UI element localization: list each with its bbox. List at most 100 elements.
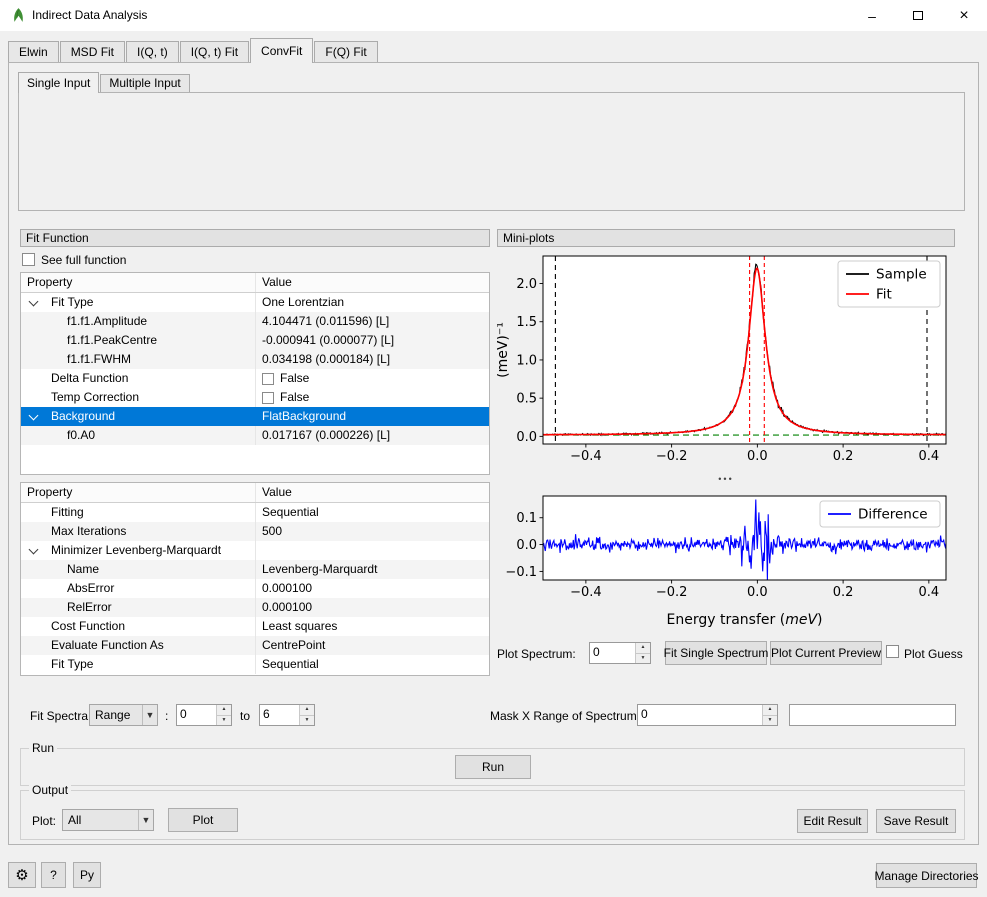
spectra-to-spinbox[interactable]: 6 ▲▼ bbox=[259, 704, 315, 726]
plot-button[interactable]: Plot bbox=[168, 808, 238, 832]
plot-spectrum-spinbox[interactable]: 0 ▲▼ bbox=[589, 642, 651, 664]
gear-icon: ⚙ bbox=[15, 866, 28, 884]
tab-msd-fit[interactable]: MSD Fit bbox=[60, 41, 125, 62]
property-row[interactable]: AbsError0.000100 bbox=[21, 579, 489, 598]
property-name: Minimizer Levenberg-Marquardt bbox=[51, 543, 221, 557]
sample-fit-preview-plot: −0.4−0.20.00.20.40.00.51.01.52.0(meV)⁻¹S… bbox=[497, 250, 955, 468]
run-button[interactable]: Run bbox=[455, 755, 531, 779]
property-value: False bbox=[280, 388, 309, 407]
property-row[interactable]: FittingSequential bbox=[21, 503, 489, 522]
svg-text:2.0: 2.0 bbox=[516, 277, 537, 292]
svg-text:0.2: 0.2 bbox=[833, 585, 854, 600]
svg-text:Energy transfer (meV): Energy transfer (meV) bbox=[667, 612, 823, 628]
single-input-pane bbox=[18, 92, 965, 211]
spin-down-icon[interactable]: ▼ bbox=[217, 715, 231, 726]
property-value: 500 bbox=[262, 522, 282, 541]
property-row[interactable]: BackgroundFlatBackground bbox=[21, 407, 489, 426]
mask-range-input[interactable] bbox=[789, 704, 956, 726]
minimize-button[interactable]: – bbox=[849, 0, 895, 31]
save-result-button[interactable]: Save Result bbox=[876, 809, 956, 833]
property-name: Cost Function bbox=[51, 619, 125, 633]
svg-text:−0.4: −0.4 bbox=[570, 449, 602, 464]
spin-down-icon[interactable]: ▼ bbox=[300, 715, 314, 726]
python-export-button[interactable]: Py bbox=[73, 862, 101, 888]
see-full-function-checkbox[interactable] bbox=[22, 253, 35, 266]
svg-text:0.0: 0.0 bbox=[516, 430, 537, 445]
input-sub-tab-bar: Single InputMultiple Input bbox=[18, 72, 191, 92]
property-row[interactable]: Fit TypeSequential bbox=[21, 655, 489, 674]
svg-text:0.4: 0.4 bbox=[919, 449, 940, 464]
tab-i-q-t[interactable]: I(Q, t) bbox=[126, 41, 179, 62]
mask-spectrum-spinbox[interactable]: 0 ▲▼ bbox=[637, 704, 778, 726]
plot-guess-checkbox[interactable] bbox=[886, 645, 899, 658]
title-bar: Indirect Data Analysis – × bbox=[0, 0, 987, 31]
edit-result-button[interactable]: Edit Result bbox=[797, 809, 868, 833]
tab-convfit[interactable]: ConvFit bbox=[250, 38, 313, 63]
fit-spectra-label: Fit Spectra bbox=[30, 709, 88, 723]
chevron-down-icon: ▼ bbox=[142, 705, 157, 725]
svg-text:−0.1: −0.1 bbox=[505, 565, 537, 580]
plot-splitter-handle[interactable]: ••• bbox=[497, 474, 955, 488]
maximize-button[interactable] bbox=[895, 0, 941, 31]
property-name: Fitting bbox=[51, 505, 84, 519]
expander-chevron-down-icon[interactable] bbox=[29, 411, 39, 421]
property-row[interactable]: Delta Function False bbox=[21, 369, 489, 388]
property-row[interactable]: f0.A00.017167 (0.000226) [L] bbox=[21, 426, 489, 445]
svg-text:0.0: 0.0 bbox=[747, 449, 768, 464]
property-value: Least squares bbox=[262, 617, 337, 636]
property-row[interactable]: Name Levenberg-Marquardt bbox=[21, 560, 489, 579]
property-row[interactable]: RelError0.000100 bbox=[21, 598, 489, 617]
subtab-multiple-input[interactable]: Multiple Input bbox=[100, 74, 189, 92]
property-value: False bbox=[280, 369, 309, 388]
property-row[interactable]: Minimizer Levenberg-Marquardt bbox=[21, 541, 489, 560]
spin-down-icon[interactable]: ▼ bbox=[763, 715, 777, 726]
property-name: Name bbox=[67, 562, 99, 576]
fit-options-property-table: PropertyValueFittingSequentialMax Iterat… bbox=[20, 482, 490, 676]
tab-i-q-t-fit[interactable]: I(Q, t) Fit bbox=[180, 41, 249, 62]
spin-down-icon[interactable]: ▼ bbox=[636, 653, 650, 664]
property-row[interactable]: f1.f1.Amplitude4.104471 (0.011596) [L] bbox=[21, 312, 489, 331]
output-plot-combo[interactable]: All ▼ bbox=[62, 809, 154, 831]
property-name: Temp Correction bbox=[51, 390, 139, 404]
settings-button[interactable]: ⚙ bbox=[8, 862, 36, 888]
property-value: 4.104471 (0.011596) [L] bbox=[262, 312, 389, 331]
property-value: 0.034198 (0.000184) [L] bbox=[262, 350, 390, 369]
property-row[interactable]: Max Iterations500 bbox=[21, 522, 489, 541]
spin-up-icon[interactable]: ▲ bbox=[636, 643, 650, 653]
property-row[interactable]: f1.f1.PeakCentre-0.000941 (0.000077) [L] bbox=[21, 331, 489, 350]
property-row[interactable]: Cost Function Least squares bbox=[21, 617, 489, 636]
svg-text:−0.4: −0.4 bbox=[570, 585, 602, 600]
spin-up-icon[interactable]: ▲ bbox=[300, 705, 314, 715]
property-row[interactable]: Fit TypeOne Lorentzian bbox=[21, 293, 489, 312]
svg-text:Fit: Fit bbox=[876, 287, 892, 303]
property-row[interactable]: Evaluate Function AsCentrePoint bbox=[21, 636, 489, 655]
see-full-function-label: See full function bbox=[41, 253, 126, 267]
plot-current-preview-button[interactable]: Plot Current Preview bbox=[770, 641, 882, 665]
expander-chevron-down-icon[interactable] bbox=[29, 297, 39, 307]
property-name: AbsError bbox=[67, 581, 114, 595]
property-name: f1.f1.PeakCentre bbox=[67, 333, 157, 347]
property-row[interactable]: Temp Correction False bbox=[21, 388, 489, 407]
value-checkbox[interactable] bbox=[262, 373, 274, 385]
fit-function-property-table: PropertyValueFit TypeOne Lorentzianf1.f1… bbox=[20, 272, 490, 475]
help-button[interactable]: ? bbox=[41, 862, 66, 888]
property-name: Background bbox=[51, 409, 115, 423]
close-button[interactable]: × bbox=[941, 0, 987, 31]
tab-elwin[interactable]: Elwin bbox=[8, 41, 59, 62]
spin-up-icon[interactable]: ▲ bbox=[763, 705, 777, 715]
fit-single-spectrum-button[interactable]: Fit Single Spectrum bbox=[665, 641, 767, 665]
expander-chevron-down-icon[interactable] bbox=[29, 545, 39, 555]
svg-text:0.0: 0.0 bbox=[516, 538, 537, 553]
spectra-from-spinbox[interactable]: 0 ▲▼ bbox=[176, 704, 232, 726]
fit-spectra-mode-combo[interactable]: Range ▼ bbox=[89, 704, 158, 726]
mask-x-range-label: Mask X Range of Spectrum bbox=[490, 709, 637, 723]
property-row[interactable]: f1.f1.FWHM0.034198 (0.000184) [L] bbox=[21, 350, 489, 369]
property-value: Levenberg-Marquardt bbox=[262, 560, 377, 579]
tab-f-q-fit[interactable]: F(Q) Fit bbox=[314, 41, 377, 62]
manage-directories-button[interactable]: Manage Directories bbox=[876, 863, 977, 888]
property-name: Delta Function bbox=[51, 371, 128, 385]
value-checkbox[interactable] bbox=[262, 392, 274, 404]
subtab-single-input[interactable]: Single Input bbox=[18, 72, 99, 93]
property-value: Sequential bbox=[262, 655, 319, 674]
spin-up-icon[interactable]: ▲ bbox=[217, 705, 231, 715]
